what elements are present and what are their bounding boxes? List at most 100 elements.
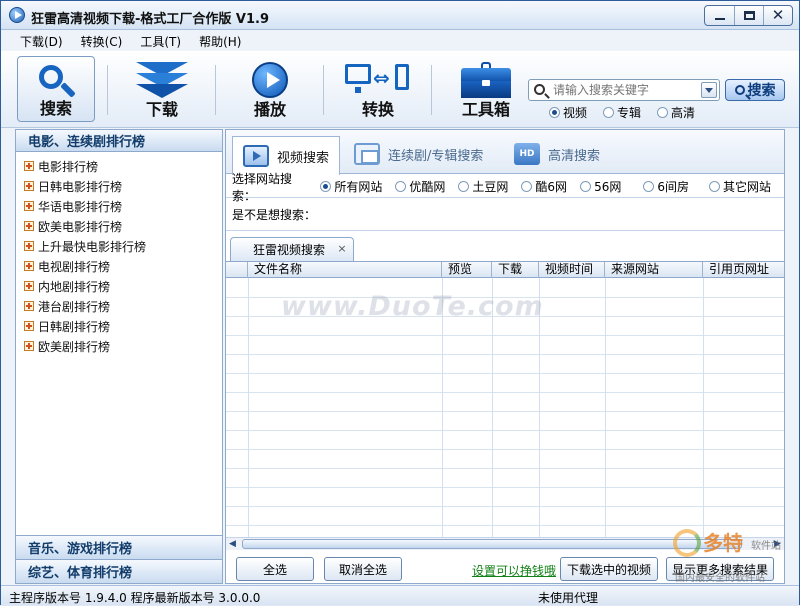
- ranking-item[interactable]: 电影排行榜: [16, 156, 222, 176]
- search-type-video-label: 视频: [563, 106, 588, 120]
- radio-icon: [458, 181, 470, 192]
- search-tool-label: 搜索: [39, 99, 72, 118]
- radio-icon: [657, 107, 669, 118]
- site-option-6rooms[interactable]: 6间房: [643, 178, 689, 195]
- column-header-source[interactable]: 来源网站: [605, 262, 703, 278]
- site-option-all[interactable]: 所有网站: [320, 178, 382, 195]
- ranking-item-label: 电视剧排行榜: [38, 259, 111, 274]
- maximize-button[interactable]: [734, 6, 763, 25]
- tab-hd-search[interactable]: HD 高清搜索: [504, 136, 610, 172]
- close-button[interactable]: ✕: [763, 6, 792, 25]
- search-panel: 视频搜索 连续剧/专辑搜索 HD 高清搜索 选择网站搜索： 所有网站 优酷网 土…: [225, 129, 785, 584]
- toolbox-tool-button[interactable]: 工具箱: [447, 56, 525, 122]
- toolbox-icon: [461, 62, 511, 98]
- ranking-item-label: 内地剧排行榜: [38, 279, 111, 294]
- ranking-item-label: 上升最快电影排行榜: [38, 239, 147, 254]
- search-type-album-label: 专辑: [617, 106, 642, 120]
- ranking-item[interactable]: 欧美剧排行榜: [16, 336, 222, 356]
- site-option-label: 酷6网: [535, 180, 568, 194]
- site-filter-row: 选择网站搜索： 所有网站 优酷网 土豆网 酷6网 56网 6间房 其它网站: [226, 172, 784, 203]
- ranking-item[interactable]: 欧美电影排行榜: [16, 216, 222, 236]
- checkbox-column-header: [226, 262, 248, 278]
- scroll-thumb[interactable]: [242, 539, 742, 549]
- expand-plus-icon[interactable]: [24, 201, 34, 211]
- result-tab[interactable]: 狂雷视频搜索 ×: [230, 237, 354, 261]
- site-option-youku[interactable]: 优酷网: [395, 178, 445, 195]
- column-header-download[interactable]: 下载: [492, 262, 539, 278]
- column-header-referrer[interactable]: 引用页网址: [703, 262, 784, 278]
- ranking-item[interactable]: 日韩剧排行榜: [16, 316, 222, 336]
- search-input[interactable]: [553, 82, 698, 98]
- site-option-other[interactable]: 其它网站: [708, 178, 771, 195]
- menu-download[interactable]: 下载(D): [11, 30, 72, 50]
- expand-plus-icon[interactable]: [24, 281, 34, 291]
- site-option-56[interactable]: 56网: [580, 178, 621, 195]
- search-type-video[interactable]: 视频: [549, 104, 587, 121]
- ranking-item[interactable]: 上升最快电影排行榜: [16, 236, 222, 256]
- ranking-item[interactable]: 内地剧排行榜: [16, 276, 222, 296]
- ranking-item[interactable]: 电视剧排行榜: [16, 256, 222, 276]
- search-tool-button[interactable]: 搜索: [17, 56, 95, 122]
- convert-devices-icon: ⇔: [345, 62, 411, 98]
- ranking-item[interactable]: 日韩电影排行榜: [16, 176, 222, 196]
- download-selected-button[interactable]: 下载选中的视频: [560, 557, 658, 581]
- tab-series-search[interactable]: 连续剧/专辑搜索: [344, 136, 493, 172]
- expand-plus-icon[interactable]: [24, 161, 34, 171]
- column-header-filename[interactable]: 文件名称: [248, 262, 442, 278]
- expand-plus-icon[interactable]: [24, 301, 34, 311]
- site-option-ku6[interactable]: 酷6网: [521, 178, 567, 195]
- ranking-item[interactable]: 港台剧排行榜: [16, 296, 222, 316]
- play-tool-button[interactable]: 播放: [231, 56, 309, 122]
- menu-convert[interactable]: 转换(C): [72, 30, 132, 50]
- download-tool-button[interactable]: 下载: [123, 56, 201, 122]
- site-option-label: 6间房: [657, 180, 689, 194]
- tab-video-search-label: 视频搜索: [277, 150, 330, 166]
- ranking-item-label: 电影排行榜: [38, 159, 99, 174]
- search-type-hd-label: 高清: [671, 106, 696, 120]
- app-window: 狂雷高清视频下载-格式工厂合作版 V1.9 ✕ 下载(D) 转换(C) 工具(T…: [0, 0, 800, 605]
- minimize-button[interactable]: [705, 6, 734, 25]
- expand-plus-icon[interactable]: [24, 221, 34, 231]
- expand-plus-icon[interactable]: [24, 341, 34, 351]
- search-history-dropdown-button[interactable]: [701, 82, 717, 98]
- expand-plus-icon[interactable]: [24, 241, 34, 251]
- radio-selected-icon: [320, 181, 332, 192]
- site-option-label: 56网: [594, 180, 622, 194]
- search-type-album[interactable]: 专辑: [603, 104, 641, 121]
- site-option-label: 土豆网: [472, 180, 509, 194]
- ranking-item[interactable]: 华语电影排行榜: [16, 196, 222, 216]
- site-option-label: 优酷网: [409, 180, 446, 194]
- close-tab-icon[interactable]: ×: [336, 243, 348, 255]
- duote-logo: 多特 软件站 国内最安全的软件站: [669, 525, 789, 585]
- menu-help[interactable]: 帮助(H): [190, 30, 250, 50]
- close-icon: ✕: [771, 6, 785, 24]
- column-header-duration[interactable]: 视频时间: [539, 262, 605, 278]
- category-header-movies[interactable]: 电影、连续剧排行榜: [16, 130, 222, 152]
- category-header-variety-sports[interactable]: 综艺、体育排行榜: [16, 559, 222, 583]
- deselect-all-button[interactable]: 取消全选: [324, 557, 402, 581]
- scroll-left-icon[interactable]: ◀: [226, 538, 239, 550]
- ranking-list: 电影排行榜 日韩电影排行榜 华语电影排行榜 欧美电影排行榜 上升最快电影排行榜 …: [16, 152, 222, 356]
- search-button[interactable]: 搜索: [725, 79, 785, 101]
- expand-plus-icon[interactable]: [24, 321, 34, 331]
- select-all-button[interactable]: 全选: [236, 557, 314, 581]
- tab-hd-search-label: 高清搜索: [548, 148, 601, 164]
- expand-plus-icon[interactable]: [24, 261, 34, 271]
- radio-icon: [643, 181, 655, 192]
- search-type-hd[interactable]: 高清: [657, 104, 695, 121]
- site-option-label: 所有网站: [334, 180, 383, 194]
- expand-plus-icon[interactable]: [24, 181, 34, 191]
- category-header-music-games[interactable]: 音乐、游戏排行榜: [16, 535, 222, 559]
- radio-icon: [580, 181, 592, 192]
- minimize-icon: [714, 17, 725, 20]
- menu-tools[interactable]: 工具(T): [131, 30, 190, 50]
- site-option-tudou[interactable]: 土豆网: [458, 178, 508, 195]
- search-combobox[interactable]: [528, 79, 720, 101]
- tab-series-search-label: 连续剧/专辑搜索: [388, 148, 484, 164]
- menu-bar: 下载(D) 转换(C) 工具(T) 帮助(H): [1, 30, 799, 50]
- ranking-panel: 电影、连续剧排行榜 电影排行榜 日韩电影排行榜 华语电影排行榜 欧美电影排行榜 …: [15, 129, 223, 584]
- column-header-preview[interactable]: 预览: [442, 262, 492, 278]
- download-tool-label: 下载: [145, 100, 178, 119]
- earn-money-settings-link[interactable]: 设置可以挣钱哦: [472, 562, 556, 579]
- convert-tool-button[interactable]: ⇔ 转换: [339, 56, 417, 122]
